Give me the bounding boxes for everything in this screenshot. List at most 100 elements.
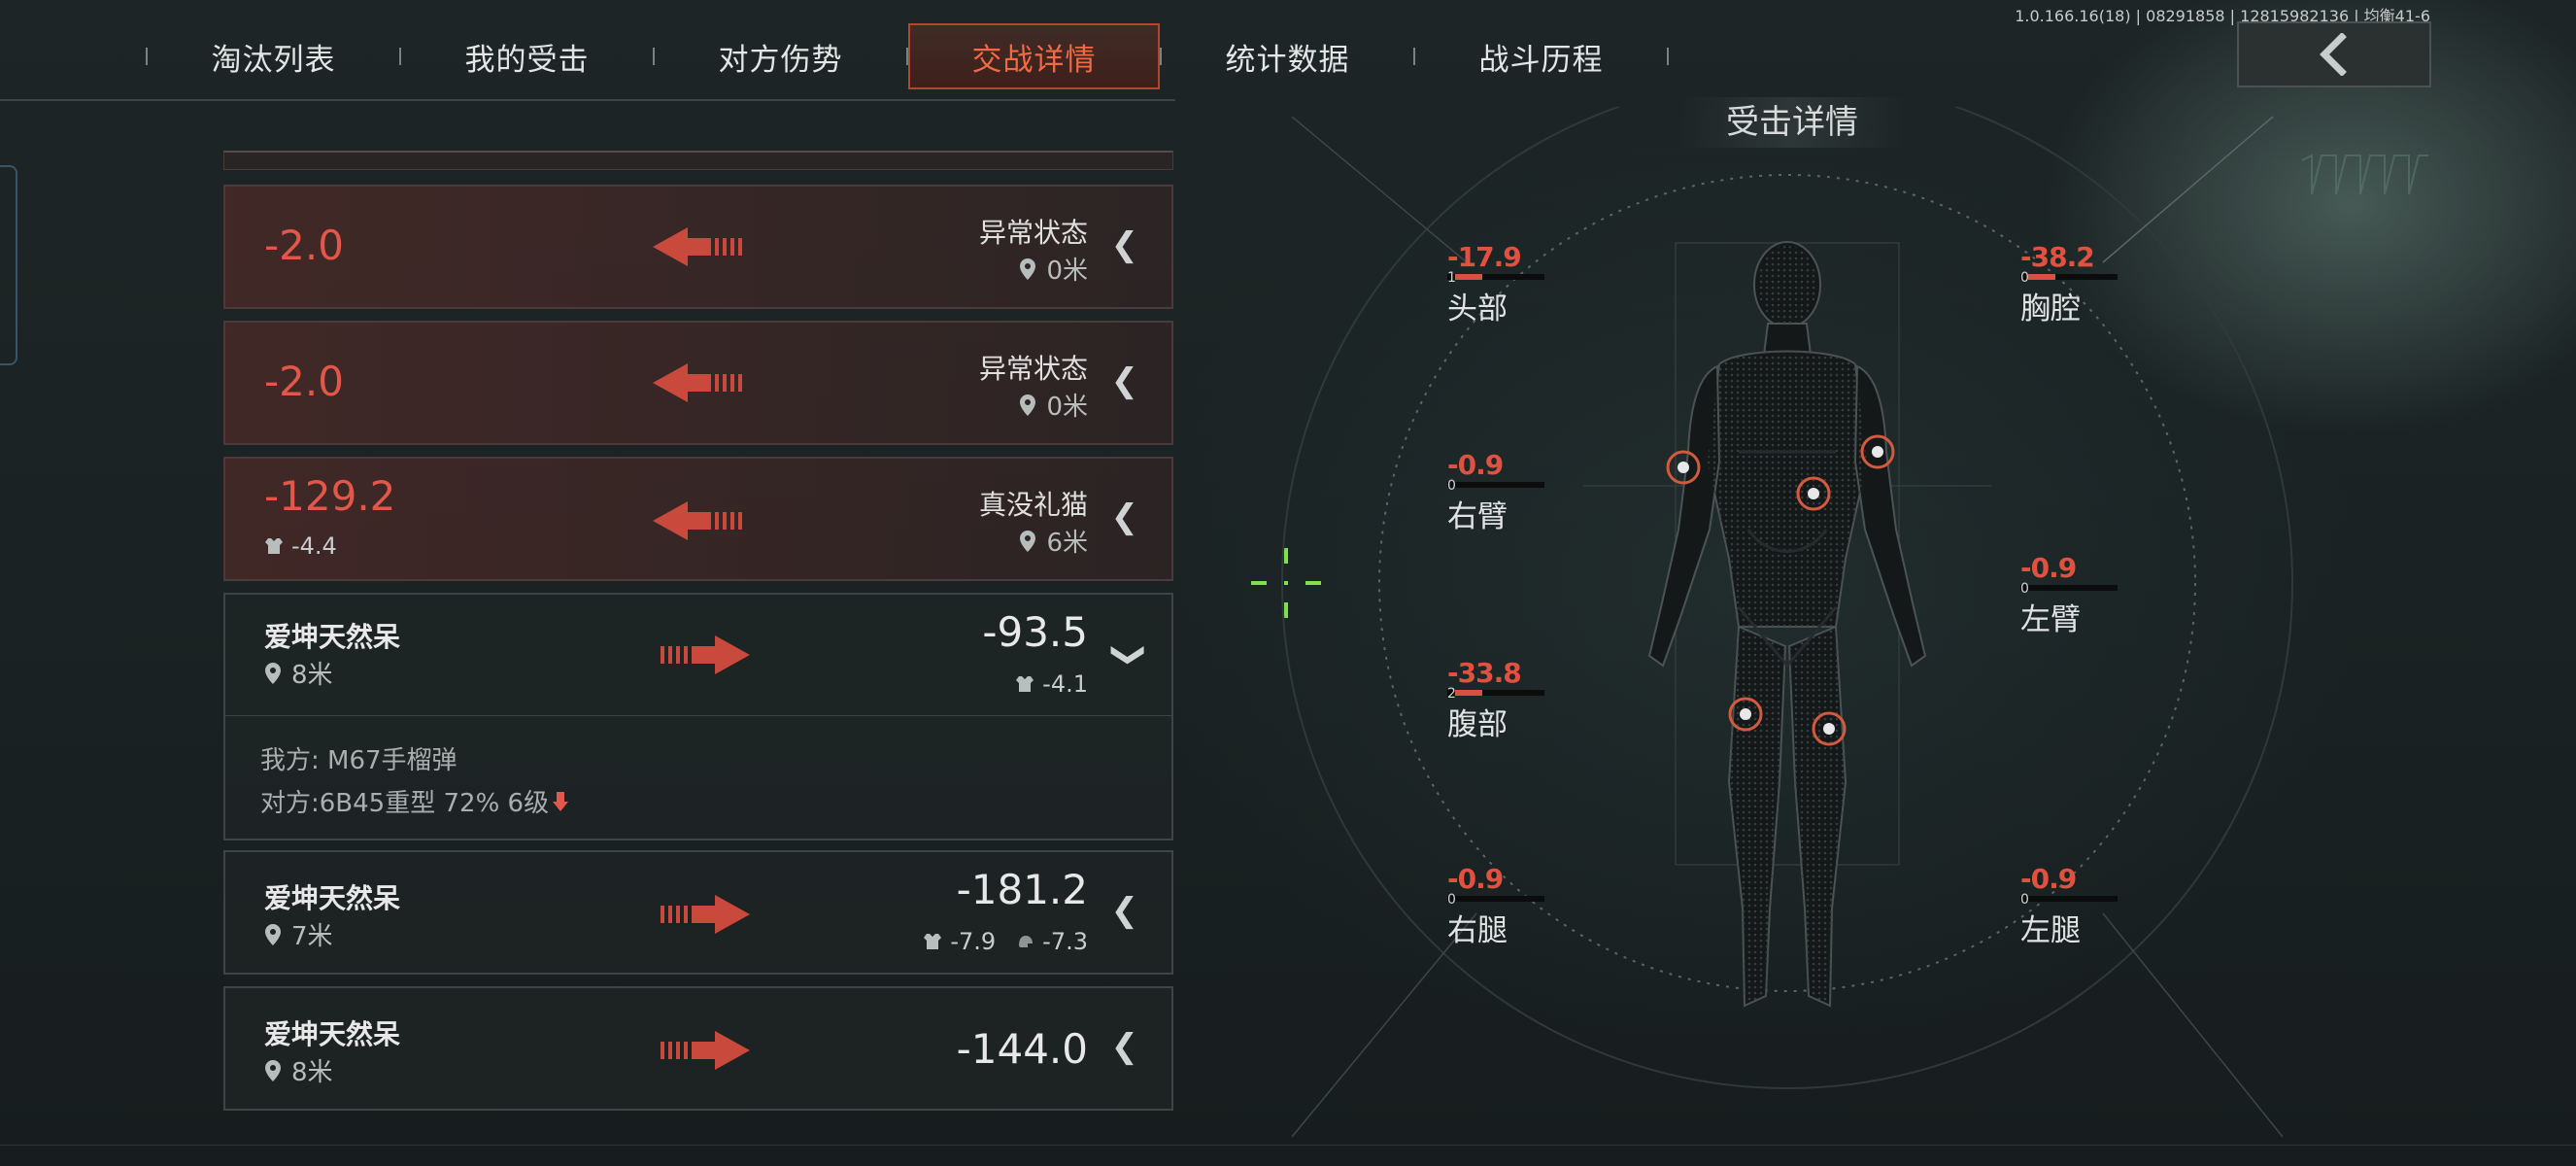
armor-damage: -7.9 -7.3 <box>923 928 1088 955</box>
side-panel-edge <box>0 165 17 365</box>
part-bar-fill <box>1455 690 1482 696</box>
part-hit-count: 0 <box>1447 892 1456 908</box>
armor-damage-text: -7.9 <box>950 928 997 955</box>
engagement-card[interactable]: -129.2 -4.4 真没礼猫 6米 ❮ <box>223 457 1173 581</box>
location-pin-icon <box>265 662 281 684</box>
part-hit-count: 0 <box>2020 581 2029 597</box>
armor-damage: -4.4 <box>264 532 337 560</box>
part-hit-count: 0 <box>2020 270 2029 286</box>
part-hit-count: 1 <box>1447 270 1456 286</box>
helmet-icon <box>1019 936 1034 947</box>
engagement-card[interactable]: 爱坤天然呆 7米 -181.2 -7.9 -7.3 ❮ <box>223 850 1173 975</box>
target-name: 爱坤天然呆 <box>264 1018 401 1050</box>
tab-enemy-injuries[interactable]: 对方伤势 <box>655 23 906 89</box>
incoming-arrow-icon <box>653 501 742 540</box>
armor-damage: -4.1 <box>1015 670 1088 698</box>
damage-value: -2.0 <box>264 358 344 405</box>
chevron-left-icon <box>2320 33 2347 76</box>
list-top-strip <box>223 151 1173 170</box>
damage-value: -129.2 <box>264 472 396 520</box>
distance: 6米 <box>1019 523 1088 559</box>
distance-text: 6米 <box>1046 529 1088 558</box>
armor-damage-text: -4.1 <box>1042 670 1088 698</box>
body-silhouette <box>1647 241 1927 1008</box>
part-damage: -0.9 <box>1447 863 1504 895</box>
back-button[interactable] <box>2237 21 2431 87</box>
engagement-card[interactable]: -2.0 异常状态 0米 ❮ <box>223 321 1173 445</box>
engagement-card[interactable]: 爱坤天然呆 8米 -144.0 ❮ <box>223 986 1173 1111</box>
outgoing-arrow-icon <box>661 1031 750 1070</box>
tab-elimination-list[interactable]: 淘汰列表 <box>148 23 399 89</box>
part-health-bar: 0 <box>1447 892 1544 908</box>
location-pin-icon <box>1020 257 1036 280</box>
part-label: 右臂 <box>1447 499 1508 534</box>
part-label: 左腿 <box>2020 913 2081 948</box>
distance: 0米 <box>1019 251 1088 287</box>
damage-source: 异常状态 <box>978 217 1088 249</box>
part-health-bar: 0 <box>1447 478 1544 494</box>
part-damage: -0.9 <box>1447 449 1504 481</box>
distance: 8米 <box>264 655 333 691</box>
distance-text: 8米 <box>291 661 333 690</box>
distance-text: 0米 <box>1046 393 1088 422</box>
part-health-bar: 1 <box>1447 270 1544 286</box>
incoming-arrow-icon <box>653 363 742 402</box>
chevron-left-icon[interactable]: ❮ <box>1111 497 1139 536</box>
location-pin-icon <box>265 1059 281 1081</box>
body-part-head: -17.9 1 头部 <box>1447 241 1544 327</box>
enemy-armor-text: 对方:6B45重型 72% 6级 <box>260 789 550 818</box>
tab-bar: 淘汰列表 我的受击 对方伤势 交战详情 统计数据 战斗历程 <box>146 21 1669 91</box>
location-pin-icon <box>1020 394 1036 416</box>
outgoing-arrow-icon <box>661 635 750 674</box>
chevron-down-icon[interactable]: ❮ <box>1105 641 1144 669</box>
target-name: 爱坤天然呆 <box>264 621 401 653</box>
damage-source: 真没礼猫 <box>978 489 1088 521</box>
part-hit-count: 0 <box>2020 892 2029 908</box>
armor-vest-icon <box>924 934 942 949</box>
tab-battle-history[interactable]: 战斗历程 <box>1415 23 1667 89</box>
distance: 0米 <box>1019 387 1088 423</box>
distance-text: 7米 <box>291 922 333 951</box>
part-health-bar: 0 <box>2020 270 2118 286</box>
chevron-left-icon[interactable]: ❮ <box>1111 1027 1139 1066</box>
body-part-left-arm: -0.9 0 左臂 <box>2020 552 2118 638</box>
part-health-bar: 2 <box>1447 686 1544 702</box>
location-pin-icon <box>1020 530 1036 552</box>
part-hit-count: 0 <box>1447 478 1456 494</box>
body-part-chest: -38.2 0 胸腔 <box>2020 241 2118 327</box>
incoming-arrow-icon <box>653 227 742 266</box>
chevron-left-icon[interactable]: ❮ <box>1111 225 1139 264</box>
body-part-left-leg: -0.9 0 左腿 <box>2020 863 2118 949</box>
part-damage: -0.9 <box>2020 863 2077 895</box>
part-bar-fill <box>1455 274 1482 280</box>
part-hit-count: 2 <box>1447 686 1456 702</box>
body-part-right-arm: -0.9 0 右臂 <box>1447 449 1544 535</box>
header-divider <box>0 99 1175 101</box>
armor-vest-icon <box>1016 676 1034 692</box>
part-bar-fill <box>2028 274 2055 280</box>
part-health-bar: 0 <box>2020 581 2118 597</box>
part-label: 头部 <box>1447 292 1508 326</box>
chevron-left-icon[interactable]: ❮ <box>1111 361 1139 400</box>
helmet-damage-text: -7.3 <box>1042 928 1088 955</box>
outgoing-arrow-icon <box>661 895 750 934</box>
chevron-left-icon[interactable]: ❮ <box>1111 891 1139 930</box>
engagement-card-expanded[interactable]: 爱坤天然呆 8米 -93.5 -4.1 ❮ 我方: M67手榴弹 对方:6B45… <box>223 593 1173 840</box>
damage-value: -93.5 <box>982 608 1088 656</box>
target-name: 爱坤天然呆 <box>264 882 401 914</box>
location-pin-icon <box>265 923 281 945</box>
part-label: 左臂 <box>2020 602 2081 637</box>
part-label: 腹部 <box>1447 707 1508 742</box>
distance: 7米 <box>264 916 333 952</box>
part-damage: -0.9 <box>2020 552 2077 584</box>
armor-vest-icon <box>265 538 283 554</box>
engagement-card[interactable]: -2.0 异常状态 0米 ❮ <box>223 185 1173 309</box>
damage-value: -181.2 <box>956 866 1088 913</box>
part-health-bar: 0 <box>2020 892 2118 908</box>
distance: 8米 <box>264 1052 333 1088</box>
part-damage: -17.9 <box>1447 241 1522 273</box>
tab-my-hits[interactable]: 我的受击 <box>401 23 653 89</box>
tab-engagement-details[interactable]: 交战详情 <box>908 23 1160 89</box>
armor-damage-text: -4.4 <box>291 532 337 560</box>
tab-statistics[interactable]: 统计数据 <box>1162 23 1413 89</box>
